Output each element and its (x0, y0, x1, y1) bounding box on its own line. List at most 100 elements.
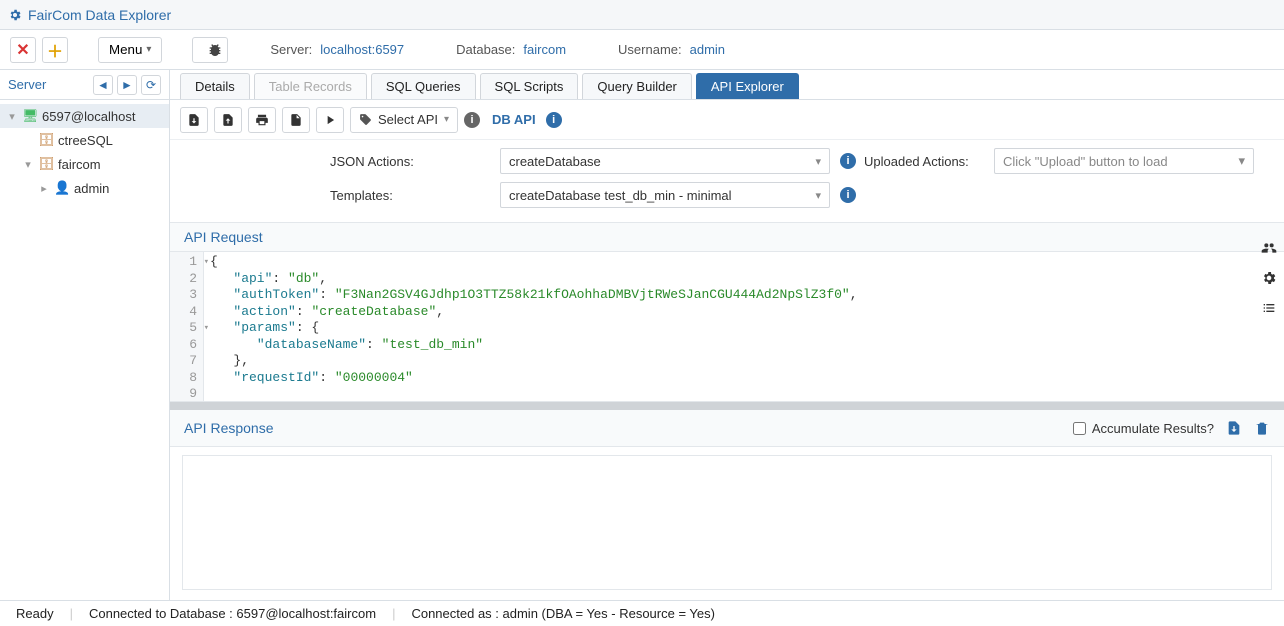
close-button[interactable]: ✕ (10, 37, 36, 63)
chevron-down-icon: ▾ (146, 44, 151, 55)
username-value: admin (690, 42, 725, 57)
run-button[interactable] (316, 107, 344, 133)
print-button[interactable] (248, 107, 276, 133)
user-icon: 👤 (54, 180, 70, 196)
add-button[interactable]: ＋ (42, 37, 68, 63)
sidebar: Server ◄ ► ⟳ ▾ 🖥 6597@localhost 🗄 ctreeS… (0, 70, 170, 600)
gear-icon (8, 8, 22, 22)
tab-sql-scripts[interactable]: SQL Scripts (480, 73, 579, 99)
server-info: Server: localhost:6597 (270, 42, 404, 57)
tree-node-admin[interactable]: ▸ 👤 admin (0, 176, 169, 200)
server-value: localhost:6597 (320, 42, 404, 57)
chevron-down-icon: ▾ (815, 189, 821, 202)
play-icon (323, 113, 337, 127)
nav-forward-button[interactable]: ► (117, 75, 137, 95)
info-icon[interactable]: i (840, 153, 856, 169)
line-number: 7 (170, 353, 197, 370)
tree-node-server[interactable]: ▾ 🖥 6597@localhost (0, 104, 169, 128)
api-toolbar: Select API ▾ i DB API i (170, 100, 1284, 140)
print-icon (255, 113, 269, 127)
templates-combo[interactable]: createDatabase test_db_min - minimal ▾ (500, 182, 830, 208)
tree-label: admin (74, 181, 109, 196)
api-request-header: API Request (170, 222, 1284, 252)
line-number: 6 (170, 337, 197, 354)
line-number: 2 (170, 271, 197, 288)
expand-icon: ▸ (38, 182, 50, 195)
api-request-editor[interactable]: 1 2 3 4 5 6 7 8 9 { "api": "db", "authTo… (170, 252, 1284, 402)
json-actions-combo[interactable]: createDatabase ▾ (500, 148, 830, 174)
settings-icon[interactable] (1261, 270, 1277, 286)
expand-icon: ▾ (22, 158, 34, 171)
horizontal-scrollbar[interactable] (170, 402, 1284, 410)
accumulate-input[interactable] (1073, 422, 1086, 435)
info-icon[interactable]: i (840, 187, 856, 203)
app-title: FairCom Data Explorer (28, 7, 171, 23)
content: Details Table Records SQL Queries SQL Sc… (170, 70, 1284, 600)
nav-back-button[interactable]: ◄ (93, 75, 113, 95)
code-content[interactable]: { "api": "db", "authToken": "F3Nan2GSV4G… (204, 252, 1284, 401)
tab-query-builder[interactable]: Query Builder (582, 73, 691, 99)
copy-button[interactable] (282, 107, 310, 133)
tree-label: 6597@localhost (42, 109, 135, 124)
upload-button[interactable] (180, 107, 208, 133)
info-icon[interactable]: i (464, 112, 480, 128)
sidebar-title: Server (8, 77, 46, 92)
database-label: Database: (456, 42, 515, 57)
line-gutter: 1 2 3 4 5 6 7 8 9 (170, 252, 204, 401)
database-icon: 🗄 (38, 132, 54, 148)
menu-button[interactable]: Menu ▾ (98, 37, 162, 63)
chevron-down-icon: ▾ (1238, 153, 1245, 169)
users-icon[interactable] (1261, 240, 1277, 256)
bug-icon (207, 42, 223, 58)
tree-node-faircom[interactable]: ▾ 🗄 faircom (0, 152, 169, 176)
tab-sql-queries[interactable]: SQL Queries (371, 73, 476, 99)
uploaded-actions-label: Uploaded Actions: (864, 154, 994, 169)
tab-details[interactable]: Details (180, 73, 250, 99)
templates-value: createDatabase test_db_min - minimal (509, 188, 732, 203)
db-api-link[interactable]: DB API (492, 112, 536, 127)
status-bar: Ready | Connected to Database : 6597@loc… (0, 600, 1284, 626)
line-number: 9 (170, 386, 197, 403)
line-number: 3 (170, 287, 197, 304)
document-icon (289, 113, 303, 127)
api-form: JSON Actions: createDatabase ▾ i Uploade… (170, 140, 1284, 222)
server-tree: ▾ 🖥 6597@localhost 🗄 ctreeSQL ▾ 🗄 fairco… (0, 100, 169, 204)
username-label: Username: (618, 42, 682, 57)
download-icon (221, 113, 235, 127)
server-icon: 🖥 (22, 108, 38, 124)
tree-node-ctreesql[interactable]: 🗄 ctreeSQL (0, 128, 169, 152)
titlebar: FairCom Data Explorer (0, 0, 1284, 30)
status-connected-db: Connected to Database : 6597@localhost:f… (89, 606, 376, 621)
tab-api-explorer[interactable]: API Explorer (696, 73, 799, 99)
tree-label: faircom (58, 157, 101, 172)
sidebar-header: Server ◄ ► ⟳ (0, 70, 169, 100)
uploaded-actions-combo[interactable]: Click "Upload" button to load ▾ (994, 148, 1254, 174)
username-info: Username: admin (618, 42, 725, 57)
plus-icon: ＋ (47, 38, 63, 62)
status-connected-as: Connected as : admin (DBA = Yes - Resour… (411, 606, 715, 621)
tab-table-records: Table Records (254, 73, 367, 99)
tag-icon (359, 113, 372, 126)
bug-button[interactable] (192, 37, 228, 63)
info-icon[interactable]: i (546, 112, 562, 128)
x-icon: ✕ (16, 40, 29, 60)
refresh-button[interactable]: ⟳ (141, 75, 161, 95)
api-response-header: API Response Accumulate Results? (170, 410, 1284, 447)
export-button[interactable] (1226, 420, 1242, 436)
chevron-down-icon: ▾ (444, 114, 449, 125)
api-response-body[interactable] (182, 455, 1272, 590)
database-icon: 🗄 (38, 156, 54, 172)
clear-button[interactable] (1254, 420, 1270, 436)
top-toolbar: ✕ ＋ Menu ▾ Server: localhost:6597 Databa… (0, 30, 1284, 70)
line-number: 4 (170, 304, 197, 321)
accumulate-checkbox[interactable]: Accumulate Results? (1073, 421, 1214, 436)
tabs: Details Table Records SQL Queries SQL Sc… (170, 70, 1284, 100)
list-icon[interactable] (1261, 300, 1277, 316)
menu-label: Menu (109, 42, 142, 57)
select-api-dropdown[interactable]: Select API ▾ (350, 107, 458, 133)
line-number: 5 (170, 320, 197, 337)
select-api-label: Select API (378, 112, 438, 127)
download-button[interactable] (214, 107, 242, 133)
database-value: faircom (523, 42, 566, 57)
side-toolbar (1254, 240, 1284, 316)
